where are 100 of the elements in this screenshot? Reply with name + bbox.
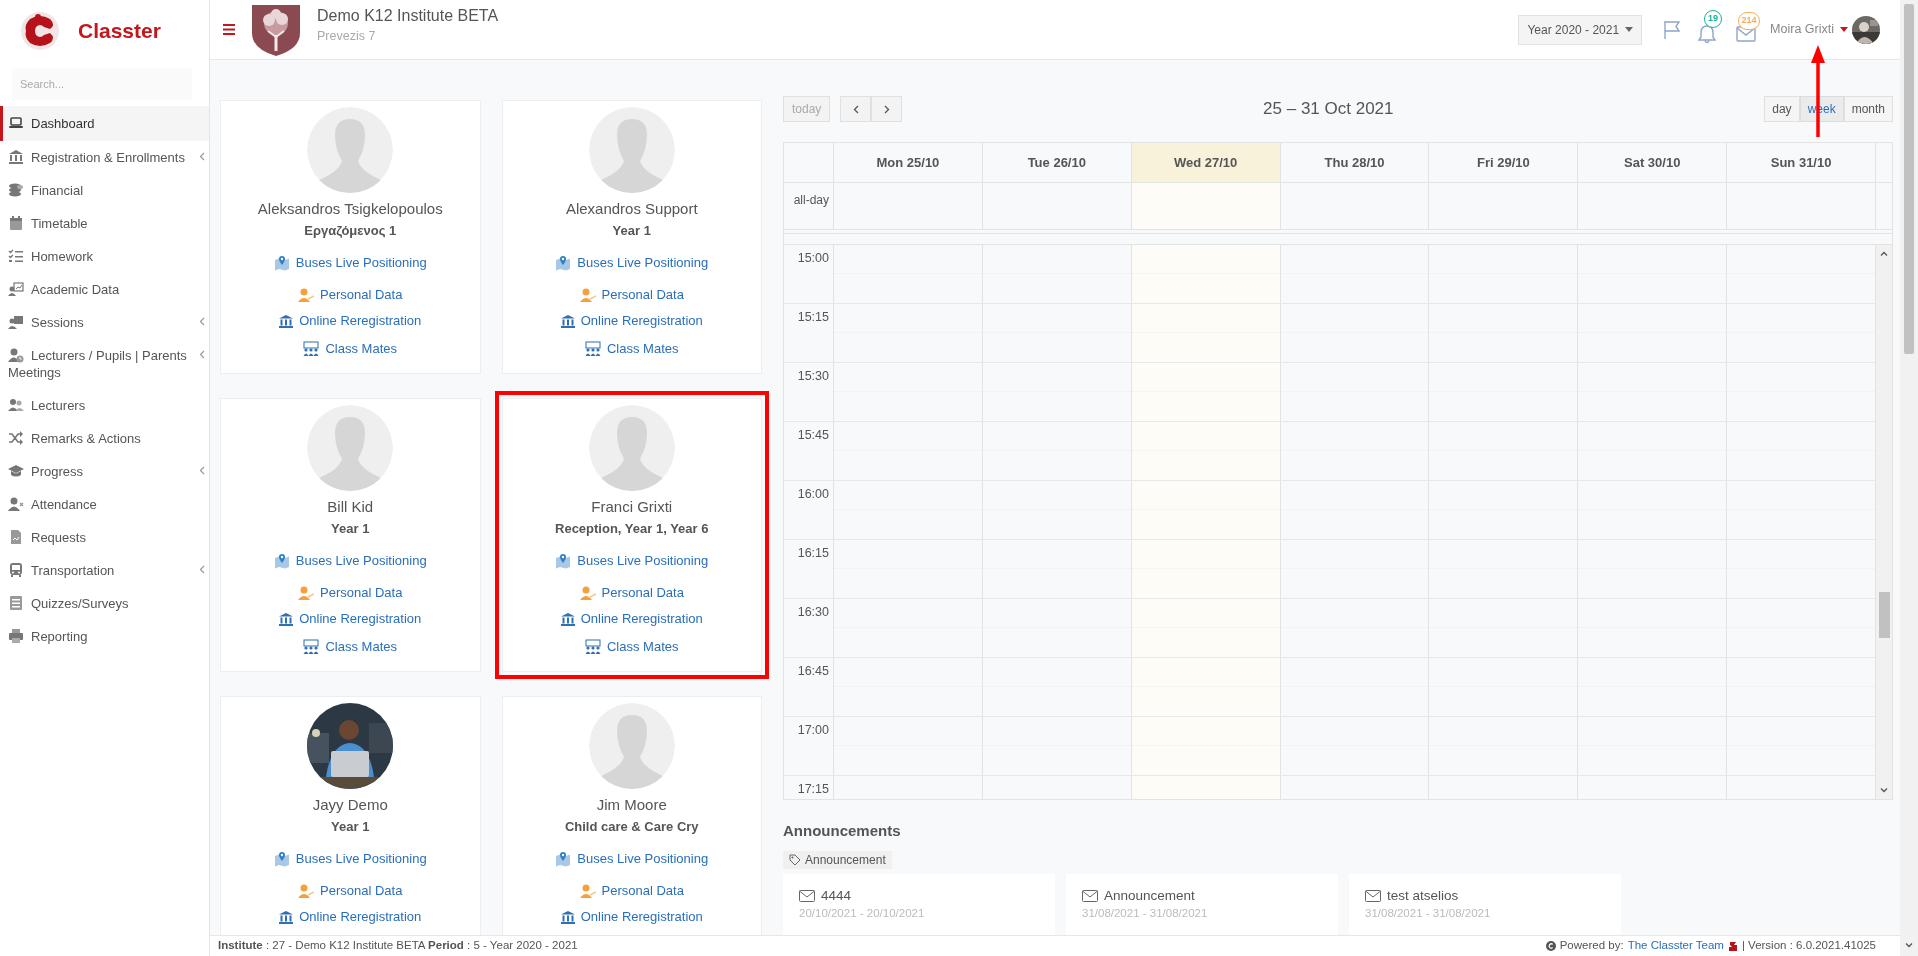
time-label: 16:30: [796, 604, 830, 621]
view-tab[interactable]: month: [1843, 96, 1893, 122]
shuffle-icon: [8, 430, 24, 446]
user-chart-icon: [8, 281, 24, 297]
envelope-icon[interactable]: [1736, 25, 1757, 42]
sidebar-item[interactable]: Homework: [0, 240, 209, 273]
caret-icon: [1840, 27, 1848, 32]
card-link[interactable]: Personal Data: [579, 584, 684, 602]
avatar-placeholder-icon: [588, 107, 675, 193]
student-class: Year 1: [331, 520, 370, 538]
search-field[interactable]: Search...: [12, 68, 192, 100]
logo-icon: [20, 11, 60, 51]
card-link[interactable]: Buses Live Positioning: [555, 850, 709, 868]
card-link[interactable]: Class Mates: [585, 638, 679, 656]
time-label: 15:45: [796, 427, 830, 444]
user-clock-icon: [8, 347, 24, 363]
sidebar-item[interactable]: Reporting: [0, 620, 209, 653]
scrollbar-thumb[interactable]: [1904, 4, 1914, 354]
user-icon: [298, 287, 315, 303]
card-link[interactable]: Buses Live Positioning: [555, 552, 709, 570]
team-link[interactable]: The Classter Team: [1627, 937, 1724, 955]
card-link[interactable]: Online Reregistration: [560, 312, 703, 330]
card-link[interactable]: Buses Live Positioning: [273, 552, 427, 570]
card-link[interactable]: Personal Data: [298, 882, 403, 900]
brand-name: Classter: [78, 18, 161, 45]
card-link[interactable]: Personal Data: [298, 286, 403, 304]
chevron-down-icon: [1880, 788, 1888, 793]
card-link[interactable]: Buses Live Positioning: [273, 254, 427, 272]
next-button[interactable]: [871, 96, 903, 122]
graduation-cap-icon: [8, 463, 24, 479]
prev-button[interactable]: [840, 96, 872, 122]
time-label: 16:45: [796, 663, 830, 680]
scrollbar[interactable]: [1875, 245, 1892, 799]
card-link[interactable]: Online Reregistration: [279, 908, 422, 926]
sidebar-item[interactable]: Registration & Enrollments: [0, 141, 209, 174]
sidebar-item[interactable]: Requests: [0, 521, 209, 554]
user-menu[interactable]: Moira Grixti: [1770, 20, 1848, 39]
sidebar-item[interactable]: Attendance: [0, 488, 209, 521]
announcement-card[interactable]: test atselios 31/08/2021 - 31/08/2021: [1349, 873, 1621, 935]
chevron-left-icon: [199, 565, 205, 574]
student-name: Bill Kid: [327, 497, 374, 517]
chevron-left-icon: [199, 317, 205, 326]
page-scrollbar[interactable]: [1900, 0, 1918, 956]
logo-icon: [1727, 940, 1738, 952]
sidebar-item[interactable]: Transportation: [0, 554, 209, 587]
day-header: Sun 31/10: [1726, 143, 1875, 182]
bus-icon: [8, 562, 24, 578]
announcement-title: test atselios: [1387, 887, 1459, 904]
flag-icon[interactable]: [1662, 19, 1683, 40]
day-header: Wed 27/10: [1130, 143, 1280, 182]
document-icon: [8, 529, 24, 545]
caret-icon: [1625, 27, 1634, 32]
view-tab[interactable]: day: [1764, 96, 1800, 122]
student-class: Εργαζόμενος 1: [304, 222, 397, 240]
sidebar-item[interactable]: Lecturers / Pupils | Parents Meetings: [0, 339, 209, 389]
year-select[interactable]: Year 2020 - 2021: [1518, 14, 1643, 45]
card-link[interactable]: Buses Live Positioning: [273, 850, 427, 868]
sidebar-item[interactable]: Sessions: [0, 306, 209, 339]
bank-icon: [279, 314, 294, 328]
announcement-tag[interactable]: Announcement: [783, 850, 892, 869]
student-class: Child care & Care Cry: [564, 818, 699, 836]
sidebar-item[interactable]: Timetable: [0, 207, 209, 240]
card-link[interactable]: Online Reregistration: [279, 312, 422, 330]
card-link[interactable]: Class Mates: [303, 638, 397, 656]
user-icon: [579, 883, 596, 899]
copyright-icon: [1545, 941, 1556, 951]
card-link[interactable]: Class Mates: [303, 340, 397, 358]
card-link[interactable]: Personal Data: [298, 584, 403, 602]
card-link[interactable]: Online Reregistration: [279, 610, 422, 628]
announcement-card[interactable]: 4444 20/10/2021 - 20/10/2021: [783, 873, 1055, 935]
bank-icon: [8, 149, 24, 165]
map-pin-icon: [555, 255, 572, 271]
sidebar-item[interactable]: Remarks & Actions: [0, 422, 209, 455]
sidebar-item[interactable]: Dashboard: [0, 106, 209, 141]
avatar-placeholder-icon: [588, 703, 675, 789]
chevron-left-icon: [199, 350, 205, 359]
card-link[interactable]: Personal Data: [579, 882, 684, 900]
scrollbar-thumb[interactable]: [1878, 592, 1890, 638]
sidebar-item[interactable]: Financial: [0, 174, 209, 207]
card-link[interactable]: Online Reregistration: [560, 610, 703, 628]
card-link[interactable]: Online Reregistration: [560, 908, 703, 926]
card-link[interactable]: Class Mates: [585, 340, 679, 358]
map-pin-icon: [273, 255, 290, 271]
bell-icon[interactable]: [1698, 23, 1717, 44]
menu-icon[interactable]: [223, 24, 235, 35]
users-icon: [303, 639, 320, 655]
users-icon: [303, 341, 320, 357]
chevron-right-icon: [883, 104, 890, 114]
institute-name: Demo K12 Institute BETA: [317, 6, 499, 26]
sidebar-item[interactable]: Quizzes/Surveys: [0, 587, 209, 620]
bank-icon: [560, 314, 575, 328]
card-link[interactable]: Buses Live Positioning: [555, 254, 709, 272]
sidebar-item[interactable]: Academic Data: [0, 273, 209, 306]
card-link[interactable]: Personal Data: [579, 286, 684, 304]
time-label: 15:15: [796, 309, 830, 326]
day-header: Fri 29/10: [1428, 143, 1578, 182]
sidebar-item[interactable]: Progress: [0, 455, 209, 488]
sidebar-item[interactable]: Lecturers: [0, 389, 209, 422]
announcement-card[interactable]: Announcement 31/08/2021 - 31/08/2021: [1066, 873, 1338, 935]
student-name: Aleksandros Tsigkelopoulos: [257, 199, 443, 219]
